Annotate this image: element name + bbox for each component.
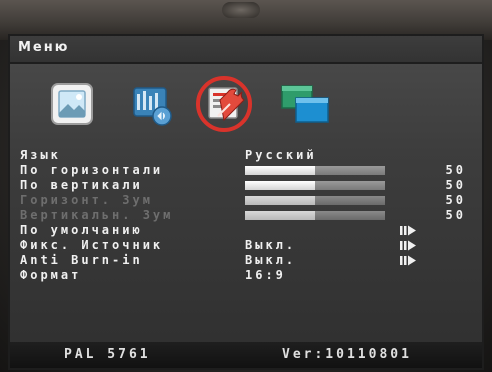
vertical-zoom-value: 50: [445, 208, 466, 222]
enter-arrow-icon: [400, 225, 416, 236]
horizontal-zoom-value: 50: [445, 193, 466, 207]
picture-icon: [51, 83, 93, 125]
vertical-zoom-row: Вертикальн. Зум 50: [20, 208, 476, 223]
enter-arrow-icon: [400, 240, 416, 251]
vertical-position-label: По вертикали: [20, 178, 143, 192]
vertical-position-value: 50: [445, 178, 466, 192]
horizontal-position-label: По горизонтали: [20, 163, 164, 177]
tab-windows[interactable]: [278, 80, 334, 128]
fixed-source-row[interactable]: Фикс. Источник Выкл.: [20, 238, 476, 253]
reset-defaults-label: По умолчанию: [20, 223, 143, 237]
category-tabs: [10, 72, 482, 142]
audio-icon: [133, 87, 172, 126]
fixed-source-value: Выкл.: [245, 238, 297, 252]
slider-fill: [245, 196, 315, 205]
aspect-format-row[interactable]: Формат 16:9: [20, 268, 476, 283]
anti-burn-in-label: Anti Burn-in: [20, 253, 143, 267]
vertical-zoom-label: Вертикальн. Зум: [20, 208, 174, 222]
horizontal-position-row[interactable]: По горизонтали 50: [20, 163, 476, 178]
slider-fill: [245, 166, 315, 175]
horizontal-zoom-label: Горизонт. Зум: [20, 193, 153, 207]
tab-audio[interactable]: [128, 80, 176, 128]
language-label: Язык: [20, 148, 61, 162]
horizontal-position-value: 50: [445, 163, 466, 177]
tab-tools[interactable]: [194, 74, 254, 134]
horizontal-zoom-row: Горизонт. Зум 50: [20, 193, 476, 208]
anti-burn-in-value: Выкл.: [245, 253, 297, 267]
monitor-photo: Меню Язык Русский По горизонтали 50 По в…: [0, 0, 492, 372]
vertical-position-slider[interactable]: [245, 181, 385, 190]
aspect-format-value[interactable]: 16:9: [245, 268, 286, 283]
reset-defaults-row[interactable]: По умолчанию: [20, 223, 476, 238]
language-value[interactable]: Русский: [245, 148, 317, 163]
firmware-version: Ver:10110801: [282, 347, 412, 362]
language-row[interactable]: Язык Русский: [20, 148, 476, 163]
status-bar: PAL 5761 Ver:10110801: [10, 342, 482, 368]
slider-fill: [245, 211, 315, 220]
vertical-zoom-slider: [245, 211, 385, 220]
osd-menu-window: Меню Язык Русский По горизонтали 50 По в…: [8, 34, 484, 370]
slider-fill: [245, 181, 315, 190]
tools-icon: [196, 76, 252, 132]
enter-arrow-icon: [400, 255, 416, 266]
vertical-position-row[interactable]: По вертикали 50: [20, 178, 476, 193]
fixed-source-label: Фикс. Источник: [20, 238, 164, 252]
settings-list: Язык Русский По горизонтали 50 По вертик…: [20, 148, 476, 283]
anti-burn-in-row[interactable]: Anti Burn-in Выкл.: [20, 253, 476, 268]
signal-info: PAL 5761: [64, 347, 151, 362]
aspect-format-label: Формат: [20, 268, 82, 282]
horizontal-position-slider[interactable]: [245, 166, 385, 175]
bezel-reflection: [222, 2, 260, 18]
tab-picture[interactable]: [48, 80, 96, 128]
horizontal-zoom-slider: [245, 196, 385, 205]
windows-icon: [281, 85, 329, 123]
menu-title: Меню: [18, 40, 70, 55]
title-bar: Меню: [10, 36, 482, 64]
